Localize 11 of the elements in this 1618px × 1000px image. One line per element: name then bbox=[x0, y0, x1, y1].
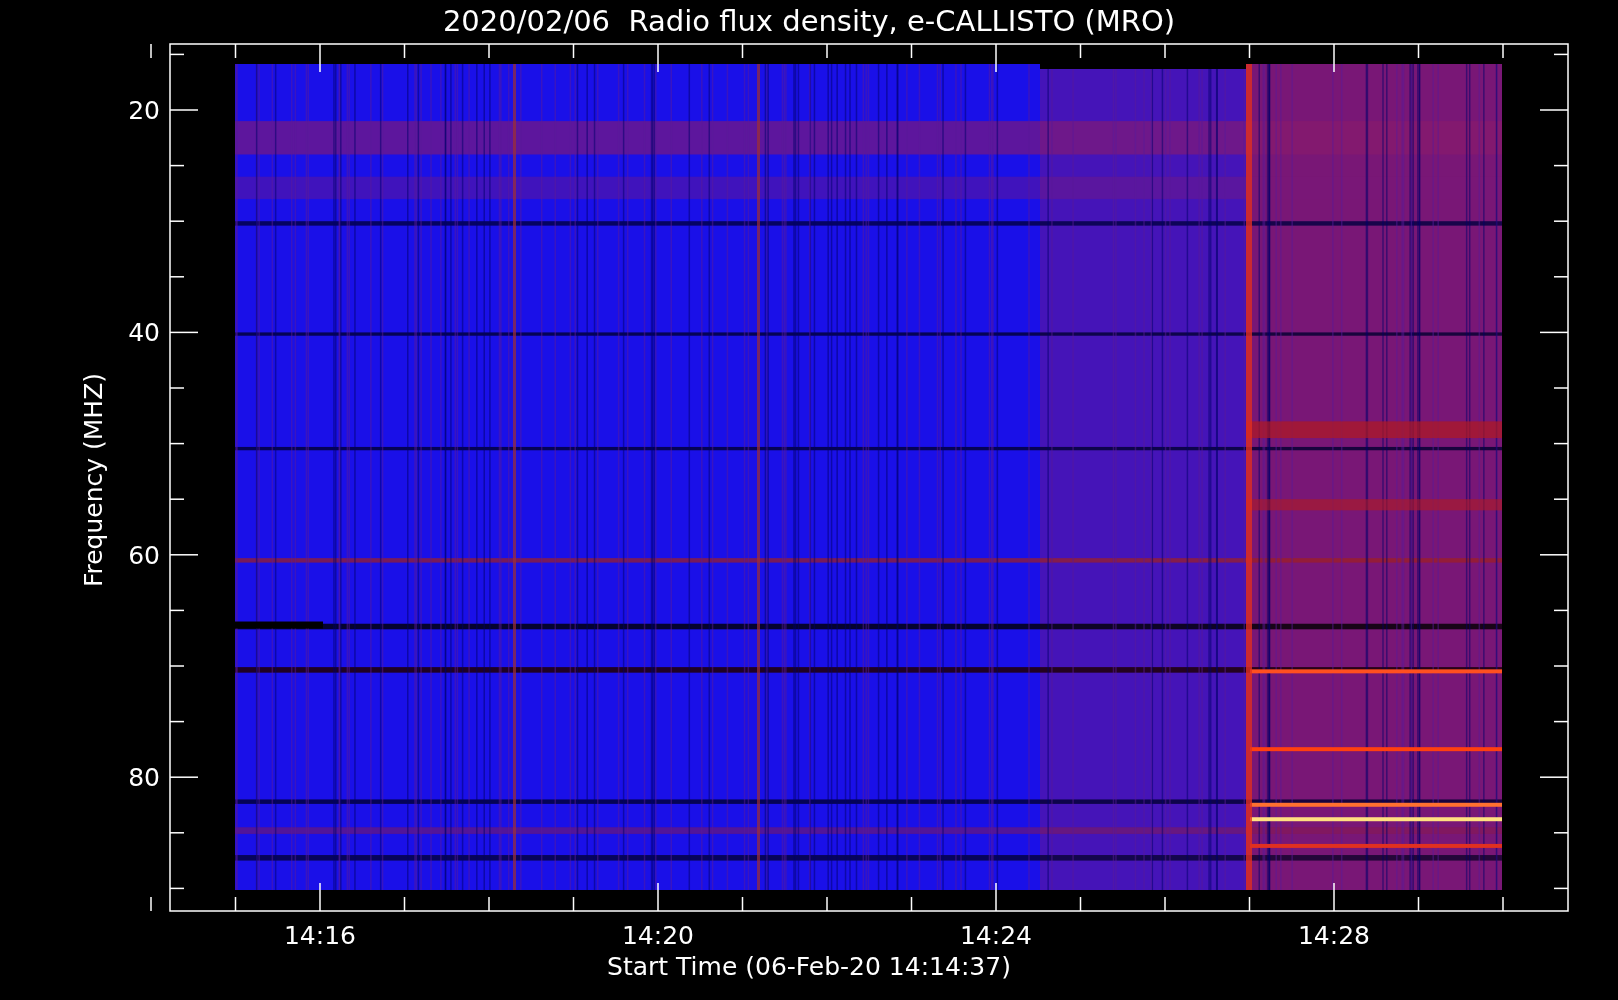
tick-label: 14:20 bbox=[622, 921, 694, 950]
tick-label: 40 bbox=[128, 318, 160, 348]
tick-label: 14:16 bbox=[284, 921, 356, 950]
axis-title: Start Time (06-Feb-20 14:14:37) bbox=[607, 952, 1011, 981]
tick-label: 60 bbox=[128, 540, 160, 570]
chart-title: 2020/02/06 Radio flux density, e-CALLISTO (MRO) bbox=[442, 4, 1176, 38]
tick-label: 14:24 bbox=[960, 921, 1032, 950]
tick-label: 14:28 bbox=[1298, 921, 1370, 950]
axis-title: Frequency (MHZ) bbox=[79, 372, 108, 588]
tick-label: 80 bbox=[128, 763, 160, 793]
tick-label: 20 bbox=[128, 96, 160, 125]
